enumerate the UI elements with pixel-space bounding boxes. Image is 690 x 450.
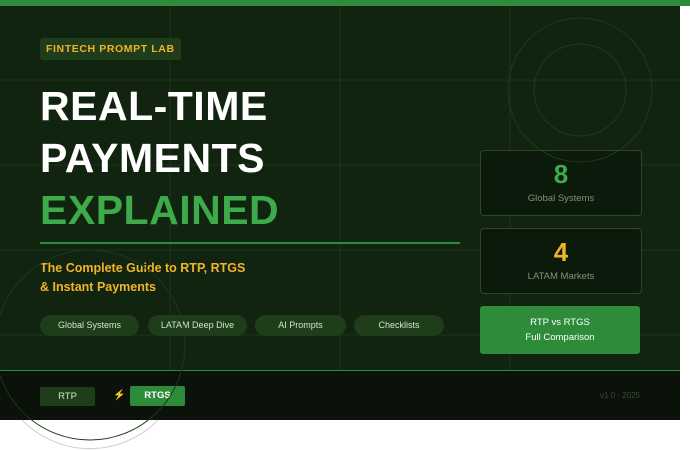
comparison-button-line-1: RTP vs RTGS [530,317,590,328]
top-accent-bar [0,0,690,6]
subtitle-line-1: The Complete Guide to RTP, RTGS [40,261,246,275]
stat-value: 4 [553,237,569,267]
headline-divider [40,242,460,244]
pill-global-systems[interactable]: Global Systems [40,315,139,336]
stat-value: 8 [553,159,569,189]
rtp-button[interactable]: RTP [40,387,95,406]
brand-tag: FINTECH PROMPT LAB [40,38,181,60]
headline-line-1: REAL-TIME [40,83,268,129]
pill-latam-deep-dive[interactable]: LATAM Deep Dive [148,315,247,336]
rtgs-button[interactable]: RTGS [130,386,185,406]
version-label: v1.0 · 2025 [599,391,640,400]
footer-bar: RTP ⚡ RTGS v1.0 · 2025 [0,370,680,420]
lightning-bolt-icon: ⚡ [113,390,126,401]
stat-label: Global Systems [527,193,595,204]
pill-checklists[interactable]: Checklists [354,315,444,336]
stat-label: LATAM Markets [527,271,595,282]
comparison-button-line-2: Full Comparison [525,332,595,343]
pill-ai-prompts[interactable]: AI Prompts [255,315,346,336]
subtitle: The Complete Guide to RTP, RTGS & Instan… [40,259,340,297]
subtitle-line-2: & Instant Payments [40,280,157,294]
cover-panel: FINTECH PROMPT LAB REAL-TIME PAYMENTS EX… [0,0,680,420]
headline-line-3: EXPLAINED [40,187,280,233]
stat-card-latam-markets: 4 LATAM Markets [480,228,642,294]
headline-line-2: PAYMENTS [40,135,265,181]
stat-card-global-systems: 8 Global Systems [480,150,642,216]
comparison-button[interactable]: RTP vs RTGS Full Comparison [480,306,640,354]
